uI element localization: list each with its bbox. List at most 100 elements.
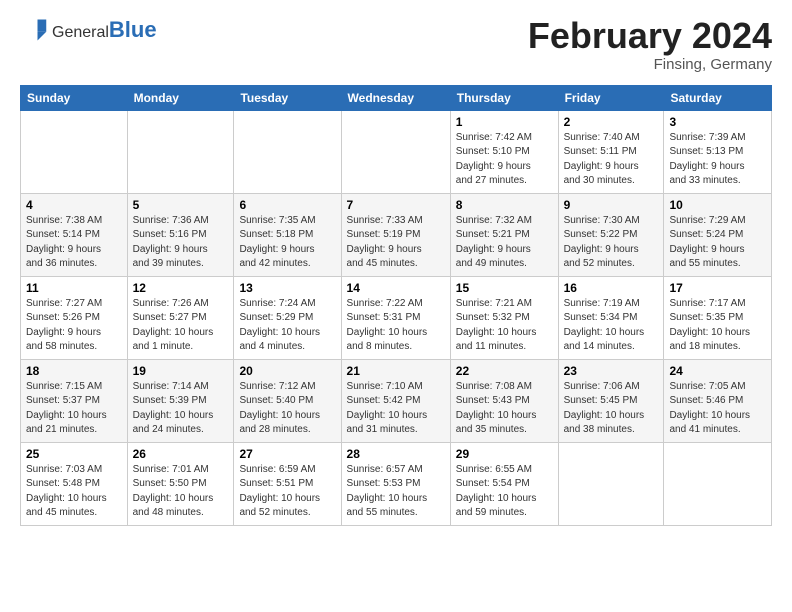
calendar-cell: 25 Sunrise: 7:03 AM Sunset: 5:48 PM Dayli… <box>21 442 128 525</box>
day-info: Sunrise: 6:55 AM Sunset: 5:54 PM Dayligh… <box>456 463 553 521</box>
day-info: Sunrise: 7:10 AM Sunset: 5:42 PM Dayligh… <box>347 380 445 438</box>
logo-general-text: General <box>52 24 109 42</box>
logo-icon <box>20 16 48 44</box>
calendar-cell: 4 Sunrise: 7:38 AM Sunset: 5:14 PM Daylig… <box>21 193 128 276</box>
calendar-cell: 18 Sunrise: 7:15 AM Sunset: 5:37 PM Dayli… <box>21 359 128 442</box>
calendar-week-row: 18 Sunrise: 7:15 AM Sunset: 5:37 PM Dayli… <box>21 359 772 442</box>
col-wednesday: Wednesday <box>341 85 450 110</box>
day-number: 8 <box>456 198 553 212</box>
calendar-cell: 29 Sunrise: 6:55 AM Sunset: 5:54 PM Dayli… <box>450 442 558 525</box>
page-header: GeneralBlue February 2024 Finsing, Germa… <box>20 16 772 73</box>
day-info: Sunrise: 7:42 AM Sunset: 5:10 PM Dayligh… <box>456 131 553 189</box>
day-info: Sunrise: 7:26 AM Sunset: 5:27 PM Dayligh… <box>133 297 229 355</box>
day-number: 14 <box>347 281 445 295</box>
calendar-cell <box>21 110 128 193</box>
day-number: 3 <box>669 115 766 129</box>
day-info: Sunrise: 7:40 AM Sunset: 5:11 PM Dayligh… <box>564 131 659 189</box>
day-number: 25 <box>26 447 122 461</box>
day-number: 27 <box>239 447 335 461</box>
logo: GeneralBlue <box>20 16 157 44</box>
day-number: 20 <box>239 364 335 378</box>
day-info: Sunrise: 7:06 AM Sunset: 5:45 PM Dayligh… <box>564 380 659 438</box>
calendar-cell: 8 Sunrise: 7:32 AM Sunset: 5:21 PM Daylig… <box>450 193 558 276</box>
day-number: 13 <box>239 281 335 295</box>
col-tuesday: Tuesday <box>234 85 341 110</box>
calendar-cell: 16 Sunrise: 7:19 AM Sunset: 5:34 PM Dayli… <box>558 276 664 359</box>
day-info: Sunrise: 7:36 AM Sunset: 5:16 PM Dayligh… <box>133 214 229 272</box>
calendar-cell: 5 Sunrise: 7:36 AM Sunset: 5:16 PM Daylig… <box>127 193 234 276</box>
day-number: 15 <box>456 281 553 295</box>
calendar-cell: 14 Sunrise: 7:22 AM Sunset: 5:31 PM Dayli… <box>341 276 450 359</box>
day-number: 19 <box>133 364 229 378</box>
day-number: 17 <box>669 281 766 295</box>
calendar-cell: 1 Sunrise: 7:42 AM Sunset: 5:10 PM Daylig… <box>450 110 558 193</box>
day-number: 9 <box>564 198 659 212</box>
calendar-cell: 20Sunrise: 7:12 AM Sunset: 5:40 PM Dayli… <box>234 359 341 442</box>
day-number: 24 <box>669 364 766 378</box>
day-info: Sunrise: 7:21 AM Sunset: 5:32 PM Dayligh… <box>456 297 553 355</box>
col-sunday: Sunday <box>21 85 128 110</box>
calendar-cell: 13 Sunrise: 7:24 AM Sunset: 5:29 PM Dayli… <box>234 276 341 359</box>
day-number: 12 <box>133 281 229 295</box>
calendar-cell: 9 Sunrise: 7:30 AM Sunset: 5:22 PM Daylig… <box>558 193 664 276</box>
day-info: Sunrise: 7:30 AM Sunset: 5:22 PM Dayligh… <box>564 214 659 272</box>
calendar-week-row: 25 Sunrise: 7:03 AM Sunset: 5:48 PM Dayli… <box>21 442 772 525</box>
calendar-cell: 6Sunrise: 7:35 AM Sunset: 5:18 PM Daylig… <box>234 193 341 276</box>
calendar-cell: 26 Sunrise: 7:01 AM Sunset: 5:50 PM Dayli… <box>127 442 234 525</box>
day-info: Sunrise: 7:15 AM Sunset: 5:37 PM Dayligh… <box>26 380 122 438</box>
day-number: 5 <box>133 198 229 212</box>
calendar-cell: 19 Sunrise: 7:14 AM Sunset: 5:39 PM Dayli… <box>127 359 234 442</box>
day-number: 16 <box>564 281 659 295</box>
day-info: Sunrise: 6:57 AM Sunset: 5:53 PM Dayligh… <box>347 463 445 521</box>
calendar-cell: 2 Sunrise: 7:40 AM Sunset: 5:11 PM Daylig… <box>558 110 664 193</box>
day-number: 4 <box>26 198 122 212</box>
calendar-header-row: Sunday Monday Tuesday Wednesday Thursday… <box>21 85 772 110</box>
col-monday: Monday <box>127 85 234 110</box>
calendar-cell: 24Sunrise: 7:05 AM Sunset: 5:46 PM Dayli… <box>664 359 772 442</box>
day-info: Sunrise: 7:14 AM Sunset: 5:39 PM Dayligh… <box>133 380 229 438</box>
location-text: Finsing, Germany <box>528 56 772 73</box>
day-number: 28 <box>347 447 445 461</box>
col-thursday: Thursday <box>450 85 558 110</box>
day-info: Sunrise: 7:32 AM Sunset: 5:21 PM Dayligh… <box>456 214 553 272</box>
day-number: 23 <box>564 364 659 378</box>
day-number: 18 <box>26 364 122 378</box>
calendar-cell <box>664 442 772 525</box>
day-info: Sunrise: 7:19 AM Sunset: 5:34 PM Dayligh… <box>564 297 659 355</box>
day-number: 10 <box>669 198 766 212</box>
calendar-cell: 17 Sunrise: 7:17 AM Sunset: 5:35 PM Dayli… <box>664 276 772 359</box>
calendar-cell: 21 Sunrise: 7:10 AM Sunset: 5:42 PM Dayli… <box>341 359 450 442</box>
title-block: February 2024 Finsing, Germany <box>528 16 772 73</box>
calendar-cell <box>127 110 234 193</box>
day-info: Sunrise: 7:24 AM Sunset: 5:29 PM Dayligh… <box>239 297 335 355</box>
day-number: 11 <box>26 281 122 295</box>
day-info: Sunrise: 7:08 AM Sunset: 5:43 PM Dayligh… <box>456 380 553 438</box>
calendar-table: Sunday Monday Tuesday Wednesday Thursday… <box>20 85 772 526</box>
calendar-week-row: 1 Sunrise: 7:42 AM Sunset: 5:10 PM Daylig… <box>21 110 772 193</box>
day-info: Sunrise: 7:39 AM Sunset: 5:13 PM Dayligh… <box>669 131 766 189</box>
col-saturday: Saturday <box>664 85 772 110</box>
day-number: 29 <box>456 447 553 461</box>
day-info: Sunrise: 7:29 AM Sunset: 5:24 PM Dayligh… <box>669 214 766 272</box>
calendar-cell: 11Sunrise: 7:27 AM Sunset: 5:26 PM Dayli… <box>21 276 128 359</box>
calendar-cell: 15 Sunrise: 7:21 AM Sunset: 5:32 PM Dayli… <box>450 276 558 359</box>
day-info: Sunrise: 7:03 AM Sunset: 5:48 PM Dayligh… <box>26 463 122 521</box>
day-info: Sunrise: 7:01 AM Sunset: 5:50 PM Dayligh… <box>133 463 229 521</box>
day-info: Sunrise: 7:35 AM Sunset: 5:18 PM Dayligh… <box>239 214 335 272</box>
day-info: Sunrise: 6:59 AM Sunset: 5:51 PM Dayligh… <box>239 463 335 521</box>
calendar-cell: 28 Sunrise: 6:57 AM Sunset: 5:53 PM Dayli… <box>341 442 450 525</box>
day-number: 2 <box>564 115 659 129</box>
day-number: 26 <box>133 447 229 461</box>
day-number: 1 <box>456 115 553 129</box>
calendar-cell: 23 Sunrise: 7:06 AM Sunset: 5:45 PM Dayli… <box>558 359 664 442</box>
calendar-week-row: 4 Sunrise: 7:38 AM Sunset: 5:14 PM Daylig… <box>21 193 772 276</box>
calendar-cell: 7Sunrise: 7:33 AM Sunset: 5:19 PM Daylig… <box>341 193 450 276</box>
day-info: Sunrise: 7:38 AM Sunset: 5:14 PM Dayligh… <box>26 214 122 272</box>
day-info: Sunrise: 7:22 AM Sunset: 5:31 PM Dayligh… <box>347 297 445 355</box>
calendar-cell: 22 Sunrise: 7:08 AM Sunset: 5:43 PM Dayli… <box>450 359 558 442</box>
day-number: 22 <box>456 364 553 378</box>
day-number: 7 <box>347 198 445 212</box>
calendar-cell <box>558 442 664 525</box>
day-number: 21 <box>347 364 445 378</box>
day-info: Sunrise: 7:17 AM Sunset: 5:35 PM Dayligh… <box>669 297 766 355</box>
